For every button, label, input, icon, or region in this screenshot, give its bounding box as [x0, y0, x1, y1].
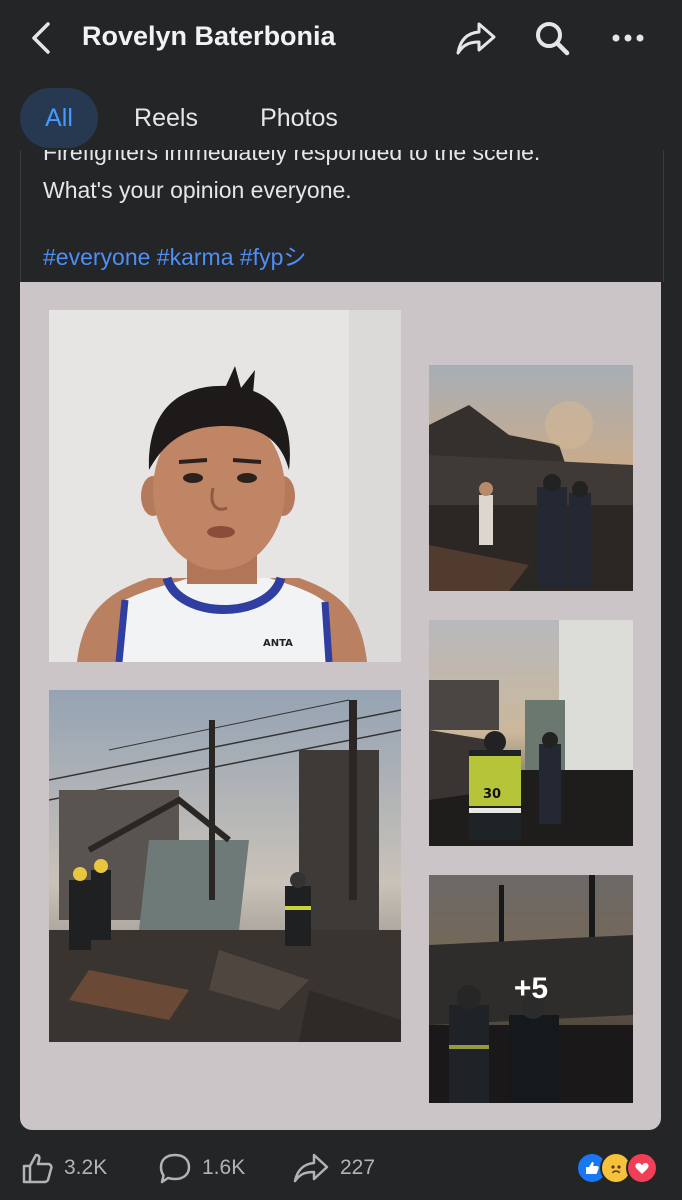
- top-bar: Rovelyn Baterbonia: [0, 0, 682, 80]
- firefighter-30-photo[interactable]: 30: [429, 620, 633, 846]
- chevron-left-icon: [32, 22, 50, 54]
- post-text-line: What's your opinion everyone.: [43, 177, 352, 203]
- fire-ruins-photo[interactable]: [49, 690, 401, 1042]
- back-button[interactable]: [26, 18, 60, 58]
- comment-bubble-icon: [159, 1153, 191, 1184]
- tab-reels[interactable]: Reels: [116, 88, 216, 148]
- search-icon: [536, 22, 570, 56]
- tab-photos[interactable]: Photos: [240, 88, 358, 148]
- share-post-button[interactable]: 227: [292, 1150, 375, 1186]
- love-reaction-icon: [626, 1152, 658, 1184]
- photo-grid: ANTA 30 +5: [20, 282, 661, 1130]
- post-actions-bar: 3.2K 1.6K 227: [0, 1136, 682, 1200]
- post-text-line: Firefighters immediately responded to th…: [43, 150, 541, 165]
- share-arrow-icon: [456, 22, 496, 55]
- page-title: Rovelyn Baterbonia: [82, 21, 336, 51]
- comment-button[interactable]: 1.6K: [158, 1150, 245, 1186]
- post-hashtags[interactable]: #everyone #karma #fypシ: [43, 238, 306, 272]
- ellipsis-icon: [612, 34, 644, 42]
- tab-all[interactable]: All: [20, 88, 98, 148]
- firefighters-photo[interactable]: [429, 365, 633, 591]
- more-photos-tile[interactable]: +5: [429, 875, 633, 1103]
- more-photos-count: +5: [429, 875, 633, 1103]
- thumbs-up-icon: [22, 1153, 53, 1184]
- comment-count: 1.6K: [202, 1156, 246, 1179]
- like-button[interactable]: 3.2K: [20, 1150, 107, 1186]
- search-button[interactable]: [530, 16, 574, 60]
- filter-tabs: All Reels Photos: [0, 86, 682, 150]
- jersey-number: 30: [483, 787, 501, 802]
- share-count: 227: [340, 1156, 376, 1179]
- like-count: 3.2K: [64, 1156, 108, 1179]
- more-options-button[interactable]: [606, 16, 650, 60]
- reaction-summary[interactable]: [576, 1152, 666, 1184]
- share-arrow-icon: [293, 1153, 329, 1183]
- share-button[interactable]: [454, 16, 498, 60]
- post-text: Firefighters immediately responded to th…: [20, 150, 664, 282]
- svg-text:ANTA: ANTA: [263, 638, 293, 649]
- portrait-photo[interactable]: ANTA: [49, 310, 401, 662]
